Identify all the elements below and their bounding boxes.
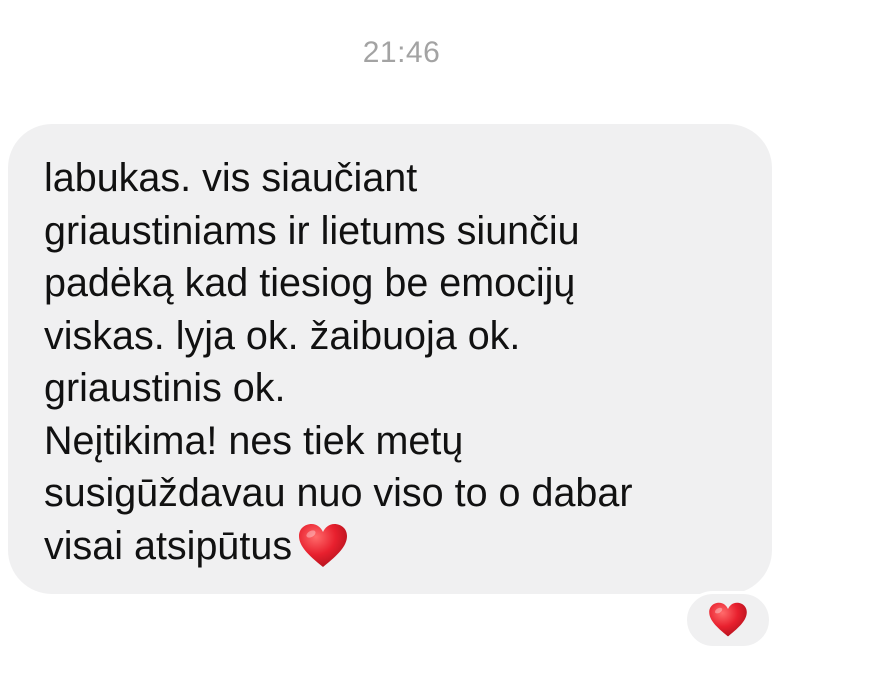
message-timestamp: 21:46 [362,36,441,69]
red-heart-icon [709,602,747,637]
message-bubble[interactable]: labukas. vis siaučiant griaustiniams ir … [8,124,772,594]
message-body: labukas. vis siaučiant griaustiniams ir … [44,156,633,568]
message-reaction[interactable] [684,591,772,649]
message-text: labukas. vis siaučiant griaustiniams ir … [44,152,752,572]
red-heart-icon [299,523,348,567]
